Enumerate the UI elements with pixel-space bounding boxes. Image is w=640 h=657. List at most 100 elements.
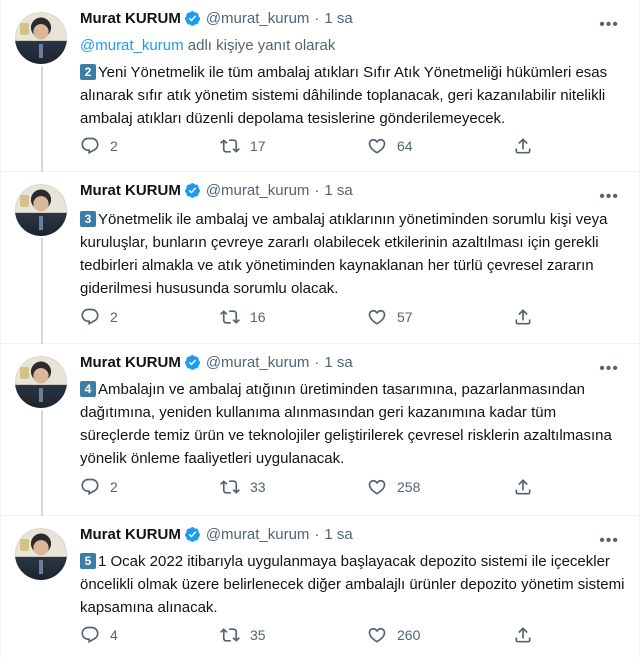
share-button[interactable] (513, 307, 533, 327)
like-count: 258 (397, 479, 421, 495)
author-handle[interactable]: @murat_kurum (206, 526, 310, 543)
avatar[interactable] (15, 12, 67, 64)
retweet-button[interactable]: 17 (220, 136, 266, 156)
tweet-header: Murat KURUM @murat_kurum · 1 sa (80, 526, 353, 543)
tweet-body-text: 1 Ocak 2022 itibarıyla uygulanmaya başla… (80, 553, 625, 616)
reply-count: 2 (110, 479, 118, 495)
like-icon (368, 479, 386, 495)
timestamp[interactable]: 1 sa (324, 354, 352, 371)
retweet-icon (220, 139, 240, 153)
separator-dot: · (314, 182, 320, 199)
tweet-text: 2 Yeni Yönetmelik ile tüm ambalaj atıklar… (80, 61, 625, 130)
reply-button[interactable]: 4 (80, 625, 118, 645)
reply-count: 2 (110, 138, 118, 154)
like-icon (368, 627, 386, 643)
author-name[interactable]: Murat KURUM (80, 354, 181, 371)
reply-count: 2 (110, 309, 118, 325)
timestamp[interactable]: 1 sa (324, 526, 352, 543)
retweet-count: 16 (250, 309, 266, 325)
reply-icon (81, 137, 99, 155)
avatar[interactable] (15, 528, 67, 580)
emblem-icon (20, 367, 29, 379)
tweet-text: 4 Ambalajın ve ambalaj atığının üretimind… (80, 378, 625, 470)
reply-icon (81, 478, 99, 496)
tie-icon (39, 560, 43, 574)
retweet-button[interactable]: 16 (220, 307, 266, 327)
verified-badge-icon (184, 527, 200, 542)
share-icon (515, 309, 531, 325)
retweet-icon (220, 310, 240, 324)
emblem-icon (20, 23, 29, 35)
retweet-button[interactable]: 33 (220, 477, 266, 497)
author-name[interactable]: Murat KURUM (80, 10, 181, 27)
reply-button[interactable]: 2 (80, 477, 118, 497)
author-handle[interactable]: @murat_kurum (206, 10, 310, 27)
tweet-2[interactable]: Murat KURUM @murat_kurum · 1 sa ••• @mur… (1, 0, 640, 172)
more-options-icon[interactable]: ••• (599, 188, 619, 206)
author-name[interactable]: Murat KURUM (80, 526, 181, 543)
tweet-text: 3 Yönetmelik ile ambalaj ve ambalaj atıkl… (80, 208, 625, 300)
like-icon (368, 138, 386, 154)
reply-icon (81, 626, 99, 644)
reply-to-text: adlı kişiye yanıt olarak (187, 37, 336, 54)
like-count: 64 (397, 138, 413, 154)
tweet-text: 51 Ocak 2022 itibarıyla uygulanmaya başl… (80, 550, 625, 619)
reply-icon (81, 308, 99, 326)
tweet-body-text: Yeni Yönetmelik ile tüm ambalaj atıkları… (80, 64, 608, 127)
share-button[interactable] (513, 477, 533, 497)
number-badge: 4 (80, 381, 96, 397)
author-handle[interactable]: @murat_kurum (206, 354, 310, 371)
timestamp[interactable]: 1 sa (324, 182, 352, 199)
avatar[interactable] (15, 356, 67, 408)
tweet-3[interactable]: Murat KURUM @murat_kurum · 1 sa ••• 3 Yön… (1, 172, 640, 344)
tweet-4[interactable]: Murat KURUM @murat_kurum · 1 sa ••• 4 Amb… (1, 344, 640, 516)
like-count: 57 (397, 309, 413, 325)
author-name[interactable]: Murat KURUM (80, 182, 181, 199)
more-options-icon[interactable]: ••• (599, 532, 619, 550)
more-options-icon[interactable]: ••• (599, 16, 619, 34)
like-button[interactable]: 57 (367, 307, 413, 327)
separator-dot: · (314, 10, 320, 27)
timestamp[interactable]: 1 sa (324, 10, 352, 27)
retweet-icon (220, 628, 240, 642)
like-count: 260 (397, 627, 421, 643)
tweet-header: Murat KURUM @murat_kurum · 1 sa (80, 182, 353, 199)
emblem-icon (20, 195, 29, 207)
share-button[interactable] (513, 136, 533, 156)
like-button[interactable]: 260 (367, 625, 420, 645)
reply-button[interactable]: 2 (80, 136, 118, 156)
tweet-header: Murat KURUM @murat_kurum · 1 sa (80, 354, 353, 371)
reply-button[interactable]: 2 (80, 307, 118, 327)
thread-connector (41, 238, 43, 344)
tie-icon (39, 216, 43, 230)
number-badge: 5 (80, 553, 96, 569)
tweet-header: Murat KURUM @murat_kurum · 1 sa (80, 10, 353, 27)
verified-badge-icon (184, 11, 200, 26)
thread-connector (41, 410, 43, 516)
share-icon (515, 479, 531, 495)
retweet-button[interactable]: 35 (220, 625, 266, 645)
action-bar: 4 35 260 (80, 625, 540, 647)
reply-context: @murat_kurum adlı kişiye yanıt olarak (80, 37, 335, 54)
retweet-count: 35 (250, 627, 266, 643)
retweet-count: 17 (250, 138, 266, 154)
like-icon (368, 309, 386, 325)
reply-to-link[interactable]: @murat_kurum (80, 37, 184, 54)
more-options-icon[interactable]: ••• (599, 360, 619, 378)
share-icon (515, 138, 531, 154)
share-icon (515, 627, 531, 643)
author-handle[interactable]: @murat_kurum (206, 182, 310, 199)
tweet-body-text: Ambalajın ve ambalaj atığının üretiminde… (80, 381, 612, 467)
number-badge: 3 (80, 211, 96, 227)
like-button[interactable]: 258 (367, 477, 420, 497)
thread-connector (41, 66, 43, 172)
tweet-5[interactable]: Murat KURUM @murat_kurum · 1 sa ••• 51 O… (1, 516, 640, 657)
action-bar: 2 17 64 (80, 136, 540, 158)
action-bar: 2 33 258 (80, 477, 540, 499)
like-button[interactable]: 64 (367, 136, 413, 156)
avatar[interactable] (15, 184, 67, 236)
action-bar: 2 16 57 (80, 307, 540, 329)
tie-icon (39, 44, 43, 58)
reply-count: 4 (110, 627, 118, 643)
share-button[interactable] (513, 625, 533, 645)
